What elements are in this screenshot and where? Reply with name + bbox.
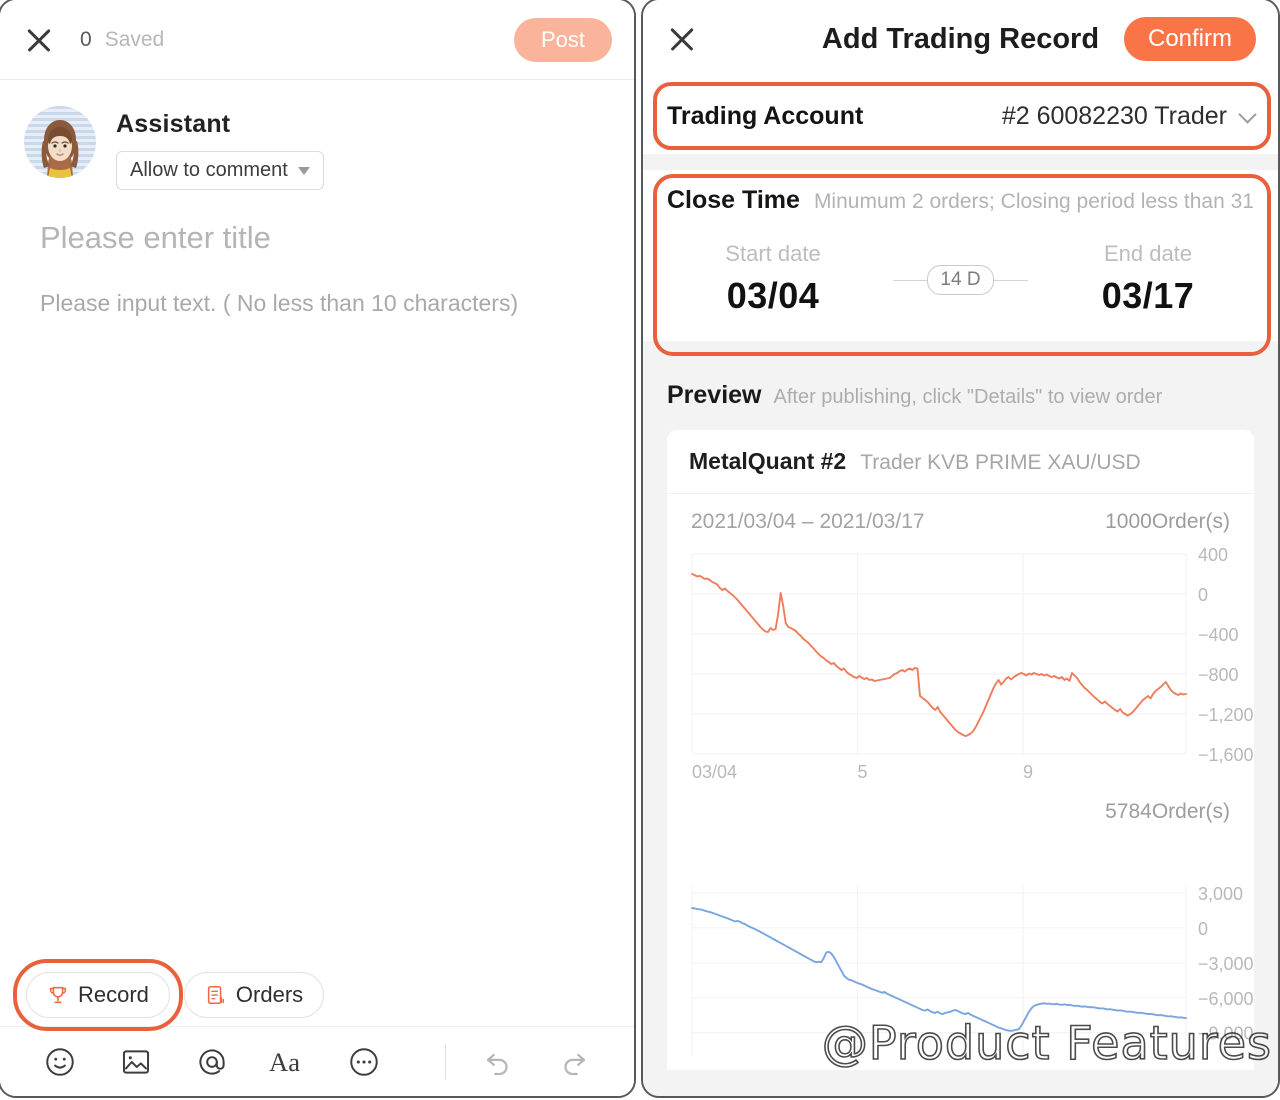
start-date-field[interactable]: Start date 03/04 [683, 241, 863, 317]
comment-permission-select[interactable]: Allow to comment [116, 151, 324, 190]
avatar [24, 106, 96, 178]
section-gap [643, 154, 1278, 170]
redo-icon[interactable] [536, 1045, 612, 1079]
close-time-card: Close Time Minumum 2 orders; Closing per… [643, 170, 1278, 341]
close-time-title: Close Time [667, 186, 800, 214]
screenshot-stage: 0 Saved Post Assistant Allow to comment … [0, 0, 1280, 1100]
record-chip[interactable]: Record [26, 972, 170, 1018]
svg-text:−1,600: −1,600 [1198, 745, 1254, 765]
record-chip-label: Record [78, 982, 149, 1007]
post-composer-panel: 0 Saved Post Assistant Allow to comment … [0, 0, 636, 1098]
preview-date-range: 2021/03/04 – 2021/03/17 [691, 510, 925, 533]
duration-badge: 14 D [927, 265, 994, 295]
end-date-label: End date [1103, 241, 1193, 266]
svg-text:−800: −800 [1198, 665, 1239, 685]
orders-chip-label: Orders [235, 982, 304, 1007]
svg-text:3,000: 3,000 [1198, 884, 1243, 904]
record-chip-wrapper: Record [13, 959, 183, 1031]
svg-text:03/04: 03/04 [692, 762, 737, 782]
trading-account-value: #2 60082230 Trader [1001, 101, 1227, 130]
preview-card: MetalQuant #2 Trader KVB PRIME XAU/USD 2… [667, 430, 1254, 1070]
preview-card-header: MetalQuant #2 Trader KVB PRIME XAU/USD [667, 430, 1254, 494]
mention-icon[interactable] [174, 1045, 250, 1079]
svg-text:−6,000: −6,000 [1198, 989, 1254, 1009]
svg-text:0: 0 [1198, 585, 1208, 605]
svg-text:5: 5 [857, 762, 867, 782]
balance-chart-svg: 3,000 0 −3,000 −6,000 −9,000 [691, 884, 1254, 1056]
svg-text:0: 0 [1198, 919, 1208, 939]
profit-chart: 400 0 −400 −800 −1,200 −1,600 03/04 5 9 [667, 534, 1254, 790]
post-button[interactable]: Post [513, 17, 612, 62]
end-date-value: 03/17 [1101, 275, 1195, 316]
toolbar-divider [445, 1044, 446, 1079]
orders-count-bottom: 5784Order(s) [1105, 800, 1230, 823]
preview-title: Preview [667, 381, 762, 409]
image-icon[interactable] [98, 1045, 174, 1079]
end-date-field[interactable]: End date 03/17 [1058, 241, 1238, 317]
svg-text:−9,000: −9,000 [1198, 1024, 1254, 1044]
svg-text:−3,000: −3,000 [1198, 954, 1254, 974]
close-time-hint: Minumum 2 orders; Closing period less th… [813, 190, 1254, 213]
insert-chip-row: Record Orders [0, 959, 634, 1031]
undo-icon[interactable] [460, 1045, 536, 1079]
close-icon[interactable] [22, 23, 56, 57]
more-icon[interactable] [326, 1045, 402, 1079]
trading-account-label: Trading Account [667, 101, 864, 130]
body-input[interactable]: Please input text. ( No less than 10 cha… [0, 256, 634, 317]
date-range-picker: Start date 03/04 14 D End date 03/17 [667, 241, 1254, 317]
format-toolbar: Aa [0, 1026, 634, 1096]
duration-indicator: 14 D [863, 265, 1058, 317]
svg-text:Aa: Aa [269, 1046, 300, 1076]
orders-chip[interactable]: Orders [183, 972, 325, 1018]
svg-text:−1,200: −1,200 [1198, 705, 1254, 725]
duration-line-left [893, 279, 928, 281]
preview-section: Preview After publishing, click "Details… [643, 359, 1278, 1096]
svg-text:9: 9 [1023, 762, 1033, 782]
record-topbar: Add Trading Record Confirm [643, 0, 1278, 78]
saved-status: Saved [104, 27, 165, 51]
composer-bottom: Record Orders Aa [0, 959, 634, 1096]
trophy-icon [49, 986, 67, 1004]
add-trading-record-panel: Add Trading Record Confirm Trading Accou… [641, 0, 1280, 1098]
profit-chart-svg: 400 0 −400 −800 −1,200 −1,600 03/04 5 9 [691, 545, 1254, 782]
emoji-icon[interactable] [22, 1045, 98, 1079]
start-date-label: Start date [725, 241, 821, 266]
trading-account-row[interactable]: Trading Account #2 60082230 Trader [643, 78, 1278, 154]
preview-header: Preview After publishing, click "Details… [667, 381, 1254, 410]
preview-hint: After publishing, click "Details" to vie… [773, 386, 1163, 408]
start-date-value: 03/04 [726, 275, 820, 316]
draft-count: 0 [80, 27, 92, 51]
trading-account-section: Trading Account #2 60082230 Trader [643, 78, 1278, 154]
author-name: Assistant [116, 110, 231, 138]
strategy-subtitle: Trader KVB PRIME XAU/USD [860, 451, 1141, 474]
author-meta: Assistant Allow to comment [116, 106, 324, 190]
strategy-name: MetalQuant #2 [689, 448, 847, 474]
order-list-icon [207, 985, 224, 1005]
text-format-icon[interactable]: Aa [250, 1045, 326, 1079]
close-time-section: Close Time Minumum 2 orders; Closing per… [643, 170, 1278, 356]
svg-text:−400: −400 [1198, 625, 1239, 645]
comment-permission-label: Allow to comment [130, 159, 288, 181]
confirm-button[interactable]: Confirm [1123, 17, 1256, 61]
chevron-down-icon [1238, 104, 1257, 124]
composer-topbar: 0 Saved Post [0, 0, 634, 80]
balance-chart: 3,000 0 −3,000 −6,000 −9,000 [667, 824, 1254, 1060]
svg-text:400: 400 [1198, 545, 1228, 565]
duration-line-right [993, 279, 1028, 281]
section-gap-2 [643, 341, 1278, 359]
orders-count-top: 1000Order(s) [1105, 510, 1230, 533]
title-input[interactable]: Please enter title [0, 190, 634, 256]
close-time-header: Close Time Minumum 2 orders; Closing per… [667, 186, 1254, 215]
preview-range-row: 2021/03/04 – 2021/03/17 1000Order(s) [667, 494, 1254, 534]
author-row: Assistant Allow to comment [0, 80, 634, 190]
close-icon[interactable] [665, 22, 699, 56]
chevron-down-icon [297, 166, 310, 175]
